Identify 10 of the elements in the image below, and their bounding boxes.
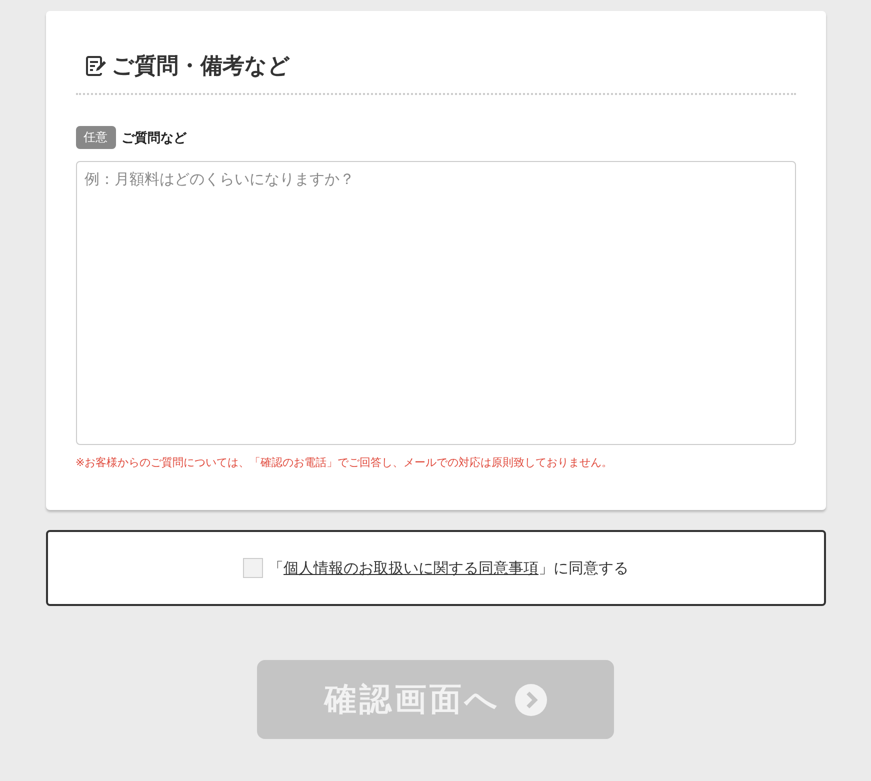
consent-checkbox[interactable]: [242, 558, 262, 578]
question-field[interactable]: 例：月額料はどのくらいになりますか？: [76, 161, 796, 445]
consent-link[interactable]: 個人情報のお取扱いに関する同意事項: [284, 558, 538, 576]
consent-text: 「個人情報のお取扱いに関する同意事項」に同意する: [268, 558, 628, 578]
chevron-icon: [514, 684, 546, 716]
optional-badge: 任意: [76, 126, 116, 149]
section-title: ご質問・備考など: [112, 53, 290, 81]
field-label: ご質問など: [122, 130, 186, 146]
memo-icon: [84, 54, 108, 78]
note-text: ※お客様からのご質問については、「確認のお電話」でご回答し、メールでの対応は原則致しておりません。: [76, 455, 614, 470]
